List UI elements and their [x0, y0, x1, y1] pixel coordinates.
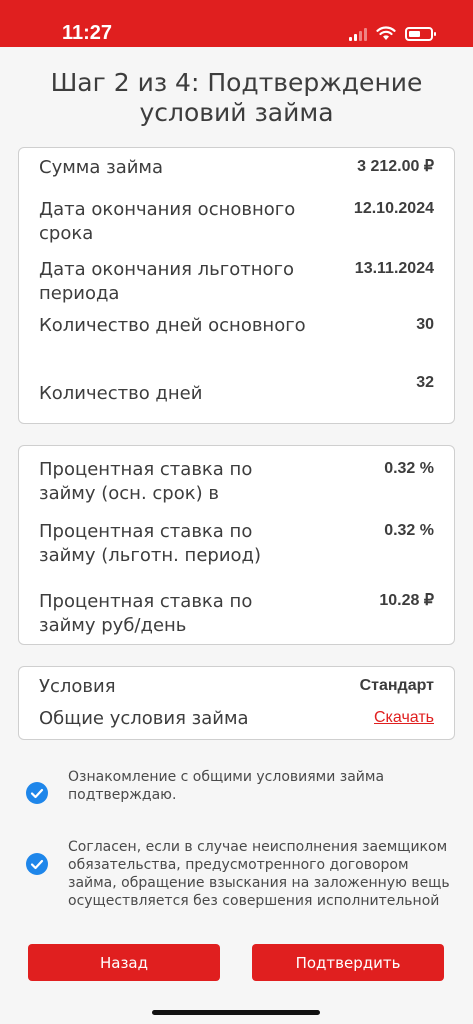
general-terms-label: Общие условия займа	[39, 708, 249, 729]
status-time: 11:27	[62, 22, 113, 44]
grace-rate-value: 0.32 %	[384, 522, 434, 539]
check-icon	[30, 788, 44, 799]
home-indicator	[152, 1010, 320, 1015]
grace-period-end-label: Дата окончания льготного периода	[39, 259, 294, 304]
main-rate-value: 0.32 %	[384, 460, 434, 477]
page-title: Шаг 2 из 4: Подтверждение условий займа	[50, 68, 423, 127]
main-term-end-label: Дата окончания основного срока	[39, 199, 296, 244]
terms-card: Условия Стандарт Общие условия займа Ска…	[18, 666, 455, 740]
grace-rate-label: Процентная ставка по займу (льготн. пери…	[39, 521, 262, 566]
battery-icon	[405, 26, 436, 41]
main-days-label: Количество дней основного	[39, 315, 306, 336]
back-button[interactable]: Назад	[28, 944, 220, 981]
agreement-terms-text: Ознакомление с общими условиями займа по…	[68, 769, 385, 803]
battery-level	[409, 30, 420, 37]
check-icon	[30, 859, 44, 870]
loan-amount-value: 3 212.00 ₽	[357, 158, 434, 175]
status-bar: 11:27	[0, 0, 473, 47]
days-count-label: Количество дней	[39, 383, 203, 404]
daily-rate-label: Процентная ставка по займу руб/день	[39, 591, 253, 636]
wifi-icon	[376, 26, 396, 40]
status-icons	[349, 26, 436, 41]
conditions-label: Условия	[39, 676, 116, 697]
interest-rate-card: Процентная ставка по займу (осн. срок) в…	[18, 445, 455, 645]
main-days-value: 30	[416, 316, 434, 333]
download-link[interactable]: Скачать	[374, 707, 434, 729]
loan-amount-label: Сумма займа	[39, 157, 164, 178]
grace-period-end-value: 13.11.2024	[354, 260, 434, 277]
loan-summary-card: Сумма займа 3 212.00 ₽ Дата окончания ос…	[18, 147, 455, 424]
main-rate-label: Процентная ставка по займу (осн. срок) в	[39, 459, 253, 504]
conditions-value: Стандарт	[359, 677, 434, 694]
confirm-button[interactable]: Подтвердить	[252, 944, 444, 981]
agreement-pledge-checkbox[interactable]	[26, 853, 48, 875]
agreement-terms-checkbox[interactable]	[26, 782, 48, 804]
days-count-value: 32	[416, 374, 434, 391]
daily-rate-value: 10.28 ₽	[379, 592, 434, 609]
main-term-end-value: 12.10.2024	[353, 200, 434, 217]
agreement-pledge-text: Согласен, если в случае неисполнения зае…	[68, 839, 450, 909]
signal-icon	[349, 27, 367, 41]
